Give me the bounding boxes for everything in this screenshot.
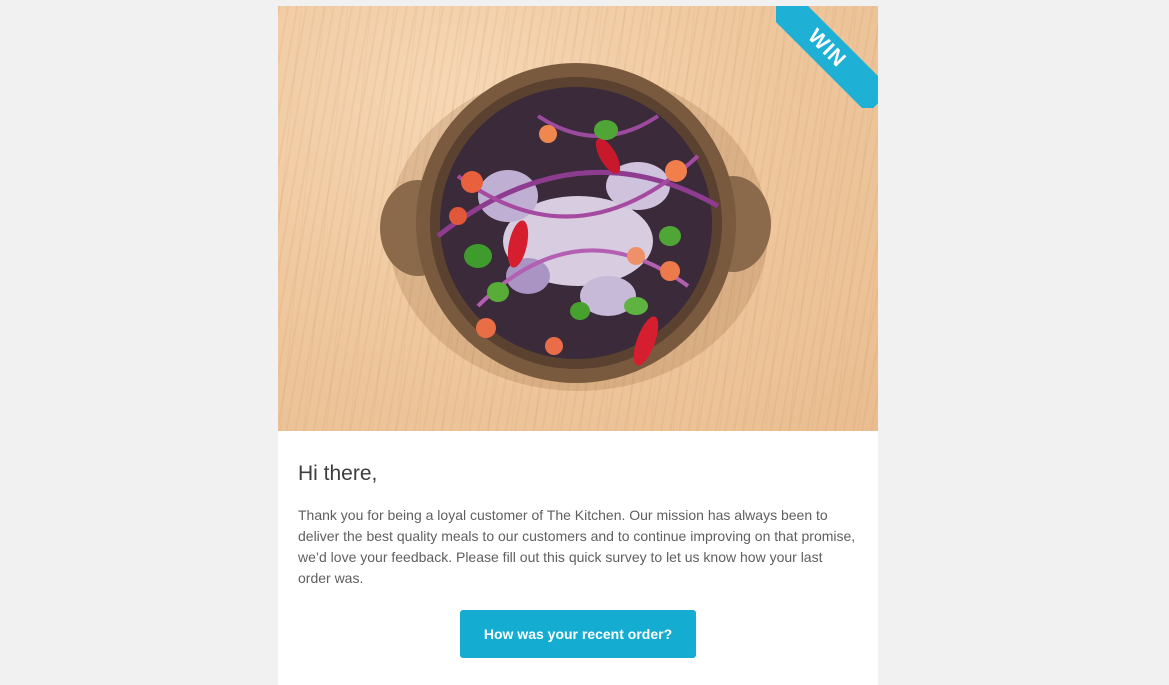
win-ribbon: WIN [776, 6, 878, 108]
cta-container: How was your recent order? [298, 610, 858, 658]
survey-cta-button[interactable]: How was your recent order? [460, 610, 696, 658]
greeting-heading: Hi there, [298, 462, 378, 485]
email-body-text: Thank you for being a loyal customer of … [298, 507, 856, 586]
email-content: Hi there, Thank you for being a loyal cu… [278, 431, 878, 658]
email-card: WIN Hi there, Thank you for being a loya… [278, 6, 878, 685]
ribbon-label: WIN [803, 24, 851, 72]
hero-image: WIN [278, 6, 878, 431]
